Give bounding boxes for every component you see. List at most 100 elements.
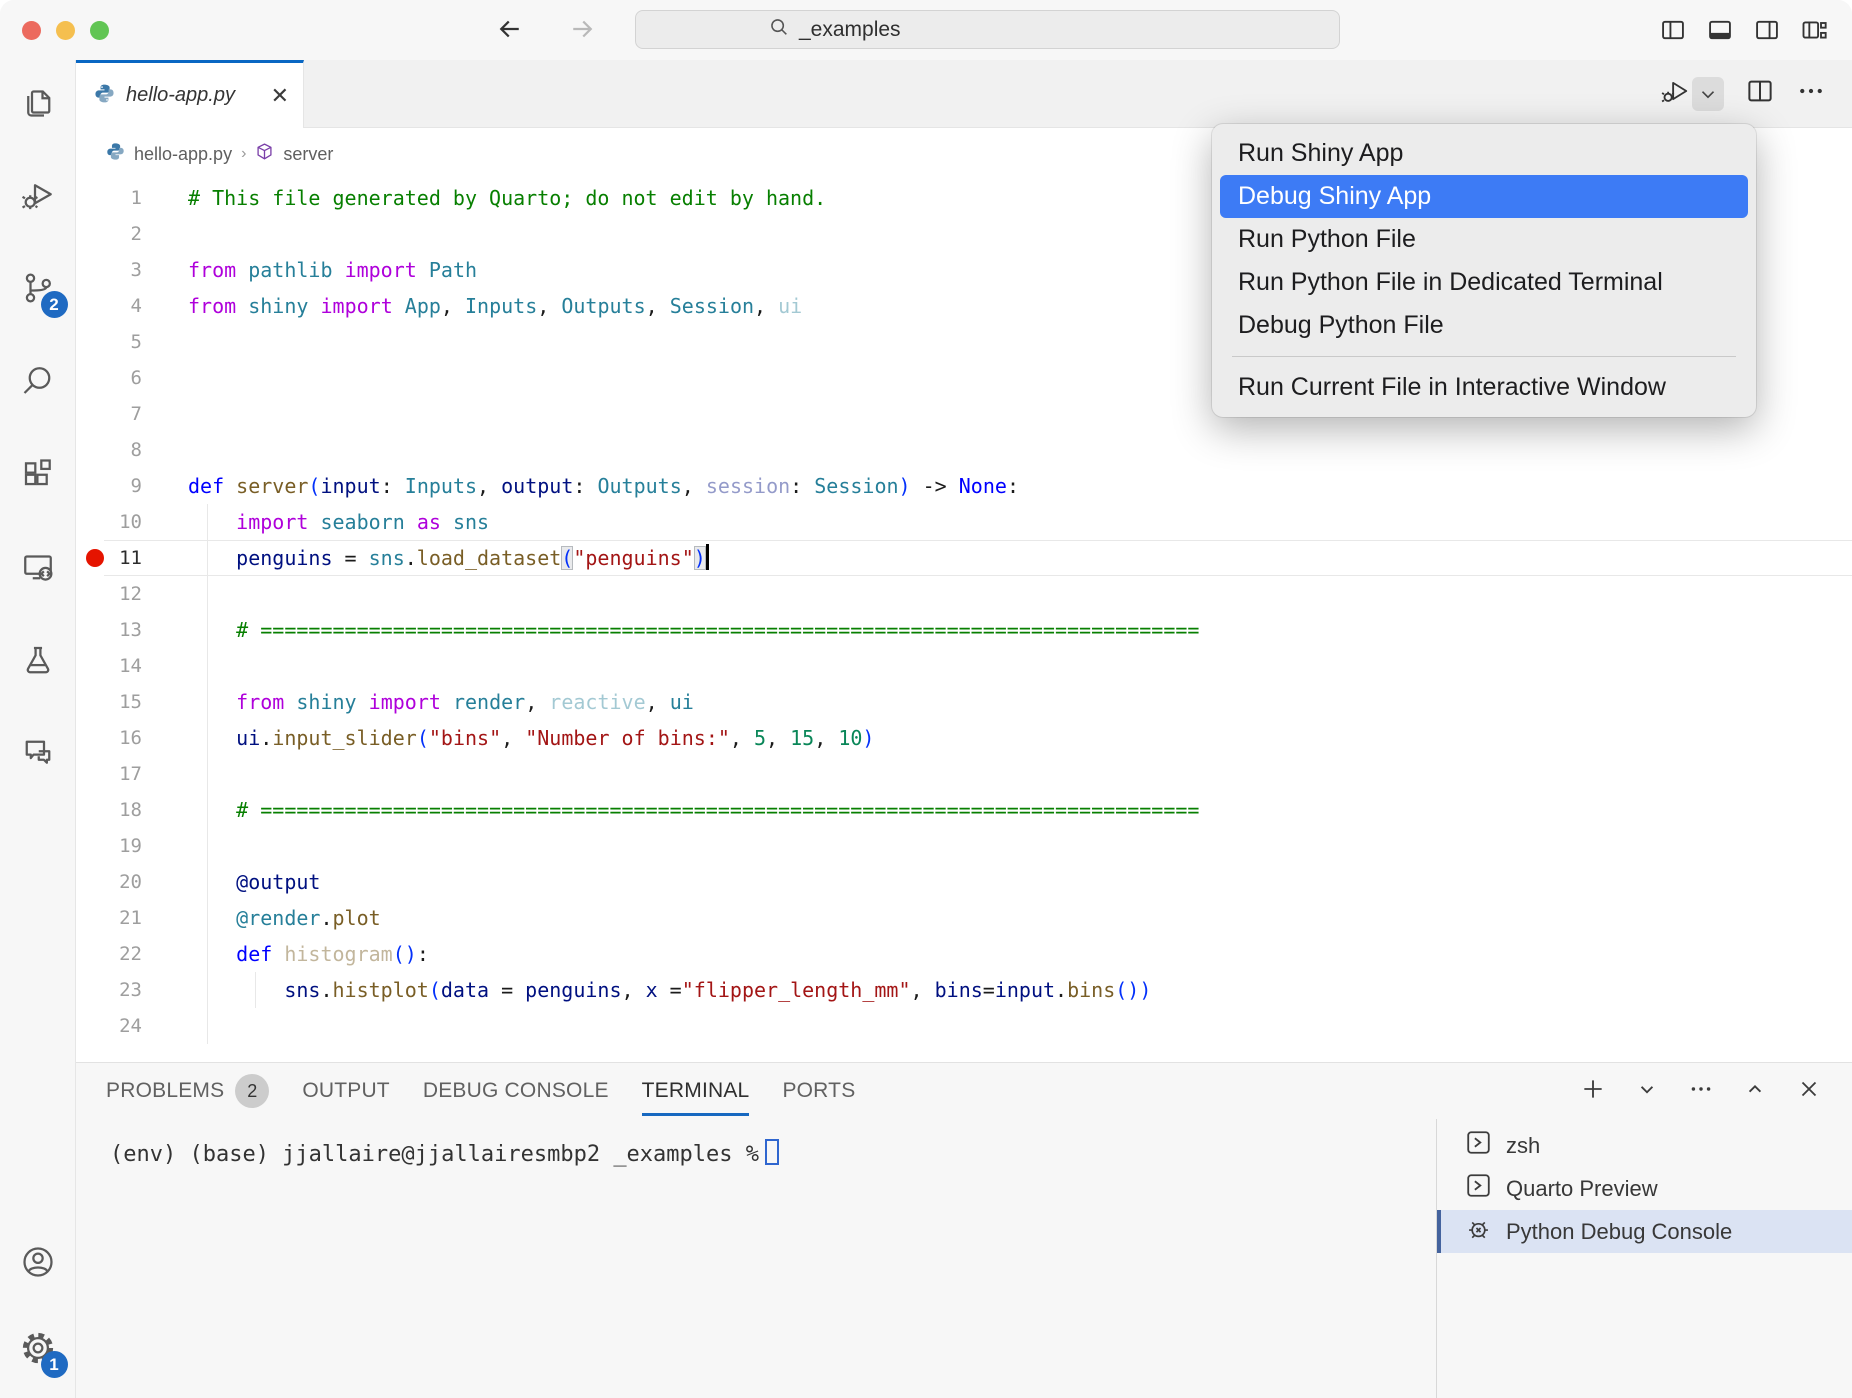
- line-number[interactable]: 5: [76, 324, 142, 360]
- panel-tab-output[interactable]: OUTPUT: [302, 1063, 390, 1119]
- code-line-content[interactable]: sns.histplot(data = penguins, x ="flippe…: [188, 972, 1151, 1008]
- accounts-button[interactable]: [14, 1240, 62, 1288]
- sidebar-item-run-debug[interactable]: [14, 173, 62, 221]
- code-line[interactable]: 15 from shiny import render, reactive, u…: [76, 684, 1852, 720]
- sidebar-item-extensions[interactable]: [14, 452, 62, 500]
- command-center-search[interactable]: _examples: [635, 10, 1340, 49]
- line-number[interactable]: 22: [76, 936, 142, 972]
- code-line-content[interactable]: ui.input_slider("bins", "Number of bins:…: [188, 720, 874, 756]
- sidebar-item-chat[interactable]: [14, 731, 62, 779]
- run-dropdown-chevron-icon[interactable]: [1692, 77, 1724, 111]
- terminal-output[interactable]: (env) (base) jjallaire@jjallairesmbp2 _e…: [76, 1119, 1436, 1398]
- maximize-panel-icon[interactable]: [1742, 1076, 1768, 1107]
- split-editor-icon[interactable]: [1745, 76, 1775, 111]
- code-line-content[interactable]: from shiny import render, reactive, ui: [188, 684, 694, 720]
- panel-tab-debug-console[interactable]: DEBUG CONSOLE: [423, 1063, 609, 1119]
- sidebar-item-explorer[interactable]: [14, 80, 62, 128]
- line-number[interactable]: 1: [76, 180, 142, 216]
- code-line[interactable]: 12: [76, 576, 1852, 612]
- panel-more-actions-icon[interactable]: [1688, 1076, 1714, 1107]
- line-number[interactable]: 2: [76, 216, 142, 252]
- line-number[interactable]: 19: [76, 828, 142, 864]
- editor-gutter[interactable]: 19: [76, 828, 188, 864]
- editor-gutter[interactable]: 24: [76, 1008, 188, 1044]
- editor-gutter[interactable]: 10: [76, 504, 188, 540]
- tab-close-icon[interactable]: ✕: [271, 85, 289, 107]
- sidebar-item-source-control[interactable]: 2: [14, 266, 62, 314]
- editor-gutter[interactable]: 22: [76, 936, 188, 972]
- code-line-content[interactable]: from pathlib import Path: [188, 252, 477, 288]
- code-line[interactable]: 10 import seaborn as sns: [76, 504, 1852, 540]
- minimize-window-button[interactable]: [56, 21, 75, 40]
- menu-item-run-python-file-in-dedicated-terminal[interactable]: Run Python File in Dedicated Terminal: [1220, 261, 1748, 304]
- line-number[interactable]: 12: [76, 576, 142, 612]
- menu-item-run-shiny-app[interactable]: Run Shiny App: [1220, 132, 1748, 175]
- editor-gutter[interactable]: 15: [76, 684, 188, 720]
- editor-gutter[interactable]: 3: [76, 252, 188, 288]
- terminal-list-item-quarto-preview[interactable]: Quarto Preview: [1437, 1167, 1852, 1210]
- code-line-content[interactable]: # This file generated by Quarto; do not …: [188, 180, 826, 216]
- code-line-content[interactable]: penguins = sns.load_dataset("penguins"): [188, 540, 709, 576]
- breadcrumb-symbol[interactable]: server: [283, 144, 333, 165]
- toggle-secondary-sidebar-icon[interactable]: [1753, 16, 1781, 49]
- code-line[interactable]: 13 # ===================================…: [76, 612, 1852, 648]
- line-number[interactable]: 13: [76, 612, 142, 648]
- run-or-debug-button[interactable]: [1660, 76, 1724, 111]
- line-number[interactable]: 23: [76, 972, 142, 1008]
- editor-gutter[interactable]: 6: [76, 360, 188, 396]
- zoom-window-button[interactable]: [90, 21, 109, 40]
- code-line[interactable]: 16 ui.input_slider("bins", "Number of bi…: [76, 720, 1852, 756]
- editor-gutter[interactable]: 2: [76, 216, 188, 252]
- code-line[interactable]: 17: [76, 756, 1852, 792]
- editor-gutter[interactable]: 16: [76, 720, 188, 756]
- editor-gutter[interactable]: 8: [76, 432, 188, 468]
- editor-gutter[interactable]: 4: [76, 288, 188, 324]
- line-number[interactable]: 8: [76, 432, 142, 468]
- code-line[interactable]: 14: [76, 648, 1852, 684]
- menu-item-debug-python-file[interactable]: Debug Python File: [1220, 304, 1748, 347]
- code-line-content[interactable]: def server(input: Inputs, output: Output…: [188, 468, 1019, 504]
- panel-tab-terminal[interactable]: TERMINAL: [642, 1063, 750, 1119]
- code-line-content[interactable]: # ======================================…: [188, 612, 1199, 648]
- line-number[interactable]: 17: [76, 756, 142, 792]
- code-line[interactable]: 9 def server(input: Inputs, output: Outpu…: [76, 468, 1852, 504]
- customize-layout-icon[interactable]: [1800, 16, 1828, 49]
- editor-gutter[interactable]: 5: [76, 324, 188, 360]
- editor-gutter[interactable]: 7: [76, 396, 188, 432]
- line-number[interactable]: 24: [76, 1008, 142, 1044]
- editor-gutter[interactable]: 9: [76, 468, 188, 504]
- code-line-content[interactable]: from shiny import App, Inputs, Outputs, …: [188, 288, 802, 324]
- sidebar-item-search[interactable]: [14, 359, 62, 407]
- line-number[interactable]: 20: [76, 864, 142, 900]
- editor-gutter[interactable]: 17: [76, 756, 188, 792]
- line-number[interactable]: 14: [76, 648, 142, 684]
- editor-gutter[interactable]: 23: [76, 972, 188, 1008]
- line-number[interactable]: 6: [76, 360, 142, 396]
- panel-tab-ports[interactable]: PORTS: [782, 1063, 855, 1119]
- editor-gutter[interactable]: 21: [76, 900, 188, 936]
- line-number[interactable]: 18: [76, 792, 142, 828]
- settings-button[interactable]: 1: [14, 1326, 62, 1374]
- code-line[interactable]: 21 @render.plot: [76, 900, 1852, 936]
- code-line-content[interactable]: # ======================================…: [188, 792, 1199, 828]
- close-panel-icon[interactable]: [1796, 1076, 1822, 1107]
- code-line[interactable]: 18 # ===================================…: [76, 792, 1852, 828]
- menu-item-run-python-file[interactable]: Run Python File: [1220, 218, 1748, 261]
- line-number[interactable]: 16: [76, 720, 142, 756]
- code-line-content[interactable]: @render.plot: [188, 900, 381, 936]
- code-line[interactable]: 11 penguins = sns.load_dataset("penguins…: [76, 540, 1852, 576]
- panel-tab-problems[interactable]: PROBLEMS2: [106, 1063, 269, 1119]
- menu-item-run-current-file-in-interactive-window[interactable]: Run Current File in Interactive Window: [1220, 366, 1748, 409]
- line-number[interactable]: 9: [76, 468, 142, 504]
- editor-gutter[interactable]: 11: [76, 540, 188, 576]
- code-line[interactable]: 22 def histogram():: [76, 936, 1852, 972]
- editor-gutter[interactable]: 14: [76, 648, 188, 684]
- line-number[interactable]: 10: [76, 504, 142, 540]
- sidebar-item-remote-explorer[interactable]: [14, 545, 62, 593]
- new-terminal-icon[interactable]: [1580, 1076, 1606, 1107]
- toggle-primary-sidebar-icon[interactable]: [1659, 16, 1687, 49]
- terminal-dropdown-chevron-icon[interactable]: [1634, 1076, 1660, 1107]
- code-line[interactable]: 8: [76, 432, 1852, 468]
- code-line[interactable]: 20 @output: [76, 864, 1852, 900]
- code-line-content[interactable]: def histogram():: [188, 936, 429, 972]
